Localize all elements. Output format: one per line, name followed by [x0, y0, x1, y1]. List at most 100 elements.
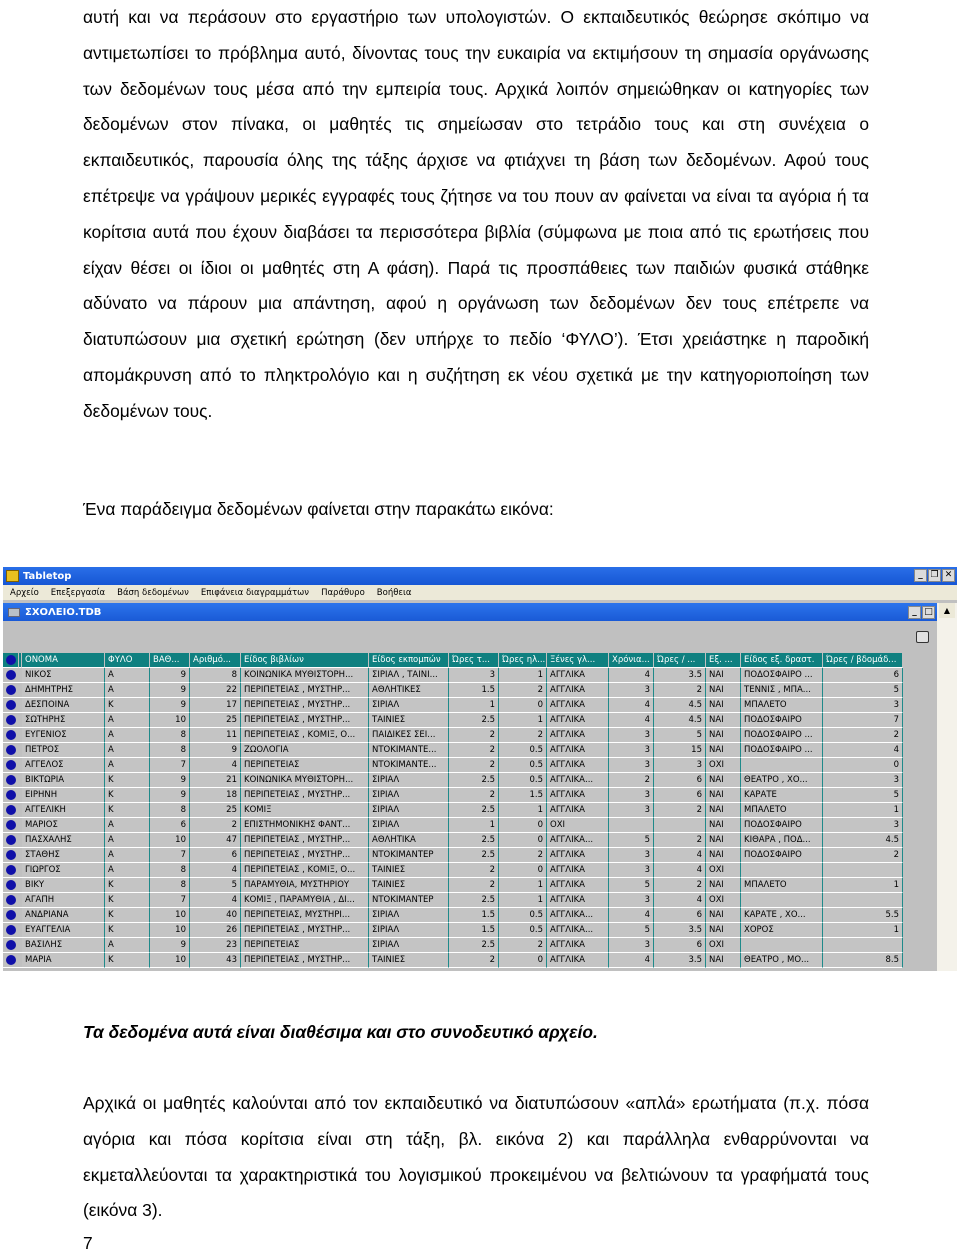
row-marker[interactable]	[3, 953, 19, 968]
table-cell[interactable]: 6	[654, 773, 706, 788]
table-cell[interactable]: 5	[190, 878, 241, 893]
table-cell[interactable]: ΑΓΓΛΙΚΑ	[547, 848, 609, 863]
table-cell[interactable]: ΠΕΡΙΠΕΤΕΙΑΣ , ΜΥΣΤΗΡ...	[241, 923, 369, 938]
table-cell[interactable]: ΜΠΑΛΕΤΟ	[741, 698, 823, 713]
table-cell[interactable]: 0	[499, 953, 547, 968]
table-cell[interactable]: ΑΓΓΛΙΚΑ	[547, 713, 609, 728]
table-cell[interactable]	[654, 818, 706, 833]
table-cell[interactable]: ΝΑΙ	[706, 698, 741, 713]
table-cell[interactable]: 10	[150, 713, 190, 728]
table-cell[interactable]: 2	[499, 938, 547, 953]
table-cell[interactable]: Κ	[105, 923, 150, 938]
table-cell[interactable]: 2	[449, 953, 499, 968]
table-cell[interactable]: ΤΑΙΝΙΕΣ	[369, 863, 449, 878]
doc-minimize-button[interactable]: _	[908, 606, 921, 619]
table-cell[interactable]: ΑΓΓΛΙΚΑ	[547, 683, 609, 698]
table-cell[interactable]: 4	[654, 893, 706, 908]
table-cell[interactable]: ΝΑΙ	[706, 728, 741, 743]
table-cell[interactable]: ΝΑΙ	[706, 818, 741, 833]
table-cell[interactable]: ΠΑΣΧΑΛΗΣ	[22, 833, 105, 848]
table-cell[interactable]	[609, 818, 654, 833]
table-cell[interactable]	[823, 863, 903, 878]
table-cell[interactable]: 7	[823, 713, 903, 728]
table-cell[interactable]: 9	[150, 668, 190, 683]
table-cell[interactable]: ΑΓΓΛΙΚΑ	[547, 728, 609, 743]
row-marker[interactable]	[3, 923, 19, 938]
table-cell[interactable]	[823, 893, 903, 908]
table-row[interactable]: ΔΗΜΗΤΡΗΣ Α 9 22 ΠΕΡΙΠΕΤΕΙΑΣ , ΜΥΣΤΗΡ... ΑΘΛΗΤ…	[3, 683, 937, 698]
table-cell[interactable]: 10	[150, 833, 190, 848]
table-cell[interactable]: ΝΤΟΚΙΜΑΝΤΕΡ	[369, 848, 449, 863]
table-cell[interactable]: 3	[823, 773, 903, 788]
table-cell[interactable]: ΑΓΓΛΙΚΑ...	[547, 773, 609, 788]
table-cell[interactable]: ΑΓΓΛΙΚΑ	[547, 788, 609, 803]
table-cell[interactable]: 0.5	[499, 923, 547, 938]
table-cell[interactable]: 5	[654, 728, 706, 743]
table-cell[interactable]: 3	[654, 758, 706, 773]
table-cell[interactable]: 6	[654, 938, 706, 953]
table-cell[interactable]: 1	[823, 878, 903, 893]
table-cell[interactable]: 3	[609, 938, 654, 953]
table-cell[interactable]	[741, 938, 823, 953]
table-cell[interactable]: 6	[654, 788, 706, 803]
column-header[interactable]: Είδος βιβλίων	[241, 653, 369, 668]
table-cell[interactable]: ΑΓΑΠΗ	[22, 893, 105, 908]
table-cell[interactable]: ΠΕΡΙΠΕΤΕΙΑΣ , ΚΟΜΙΞ, Ο...	[241, 863, 369, 878]
minimize-button[interactable]: _	[914, 569, 927, 582]
table-cell[interactable]: 1	[823, 803, 903, 818]
row-marker[interactable]	[3, 788, 19, 803]
table-cell[interactable]: ΔΗΜΗΤΡΗΣ	[22, 683, 105, 698]
column-header[interactable]: Ώρες / βδομάδ...	[823, 653, 903, 668]
table-cell[interactable]: 2	[449, 758, 499, 773]
table-row[interactable]: ΑΓΓΕΛΙΚΗ Κ 8 25 ΚΟΜΙΞ ΣΙΡΙΑΛ 2.5 1 ΑΓΓΛΙΚΑ 3 2 ΝΑΙ Μ…	[3, 803, 937, 818]
table-cell[interactable]: ΝΑΙ	[706, 743, 741, 758]
table-cell[interactable]: ΑΓΓΕΛΙΚΗ	[22, 803, 105, 818]
table-cell[interactable]: 40	[190, 908, 241, 923]
table-cell[interactable]: ΠΟΔΟΣΦΑΙΡΟ ...	[741, 728, 823, 743]
table-cell[interactable]: 3	[609, 848, 654, 863]
table-cell[interactable]: 2	[654, 803, 706, 818]
table-cell[interactable]: 2.5	[449, 848, 499, 863]
table-cell[interactable]: ΚΑΡΑΤΕ , ΧΟ...	[741, 908, 823, 923]
table-cell[interactable]: 3	[609, 863, 654, 878]
table-cell[interactable]: ΟΧΙ	[706, 863, 741, 878]
table-cell[interactable]: ΕΥΑΓΓΕΛΙΑ	[22, 923, 105, 938]
table-cell[interactable]: 9	[150, 683, 190, 698]
table-cell[interactable]: 22	[190, 683, 241, 698]
table-cell[interactable]	[823, 938, 903, 953]
table-cell[interactable]: ΣΩΤΗΡΗΣ	[22, 713, 105, 728]
table-cell[interactable]: 10	[150, 953, 190, 968]
table-row[interactable]: ΠΑΣΧΑΛΗΣ Α 10 47 ΠΕΡΙΠΕΤΕΙΑΣ , ΜΥΣΤΗΡ... ΑΘΛΗ…	[3, 833, 937, 848]
table-cell[interactable]: ΑΓΓΛΙΚΑ...	[547, 833, 609, 848]
column-header[interactable]: Ώρες ηλ...	[499, 653, 547, 668]
table-cell[interactable]: Α	[105, 938, 150, 953]
table-cell[interactable]: ΟΧΙ	[706, 893, 741, 908]
table-cell[interactable]: ΣΙΡΙΑΛ	[369, 908, 449, 923]
table-cell[interactable]: 4	[190, 863, 241, 878]
table-cell[interactable]: Κ	[105, 893, 150, 908]
table-cell[interactable]: ΚΟΜΙΞ	[241, 803, 369, 818]
table-cell[interactable]: 1	[499, 893, 547, 908]
table-cell[interactable]: ΣΙΡΙΑΛ	[369, 818, 449, 833]
table-cell[interactable]: Κ	[105, 953, 150, 968]
table-cell[interactable]	[741, 893, 823, 908]
table-cell[interactable]: ΣΙΡΙΑΛ	[369, 803, 449, 818]
table-cell[interactable]: 1	[499, 878, 547, 893]
row-marker[interactable]	[3, 773, 19, 788]
table-cell[interactable]: 47	[190, 833, 241, 848]
table-cell[interactable]: 0	[499, 863, 547, 878]
table-cell[interactable]: 9	[150, 788, 190, 803]
table-cell[interactable]	[741, 863, 823, 878]
table-cell[interactable]: Α	[105, 683, 150, 698]
table-cell[interactable]: ΠΕΡΙΠΕΤΕΙΑΣ , ΜΥΣΤΗΡ...	[241, 788, 369, 803]
table-row[interactable]: ΣΤΑΘΗΣ Α 7 6 ΠΕΡΙΠΕΤΕΙΑΣ , ΜΥΣΤΗΡ... ΝΤΟΚΙΜΑΝ…	[3, 848, 937, 863]
table-cell[interactable]: 3	[823, 698, 903, 713]
table-cell[interactable]: Α	[105, 728, 150, 743]
table-cell[interactable]: ΑΓΓΛΙΚΑ	[547, 953, 609, 968]
table-cell[interactable]: ΜΑΡΙΑ	[22, 953, 105, 968]
table-cell[interactable]: 3	[609, 743, 654, 758]
table-cell[interactable]: ΠΕΡΙΠΕΤΕΙΑΣ , ΜΥΣΤΗΡ...	[241, 713, 369, 728]
table-cell[interactable]: ΟΧΙ	[706, 758, 741, 773]
table-cell[interactable]: 3	[609, 683, 654, 698]
table-cell[interactable]: 6	[654, 908, 706, 923]
